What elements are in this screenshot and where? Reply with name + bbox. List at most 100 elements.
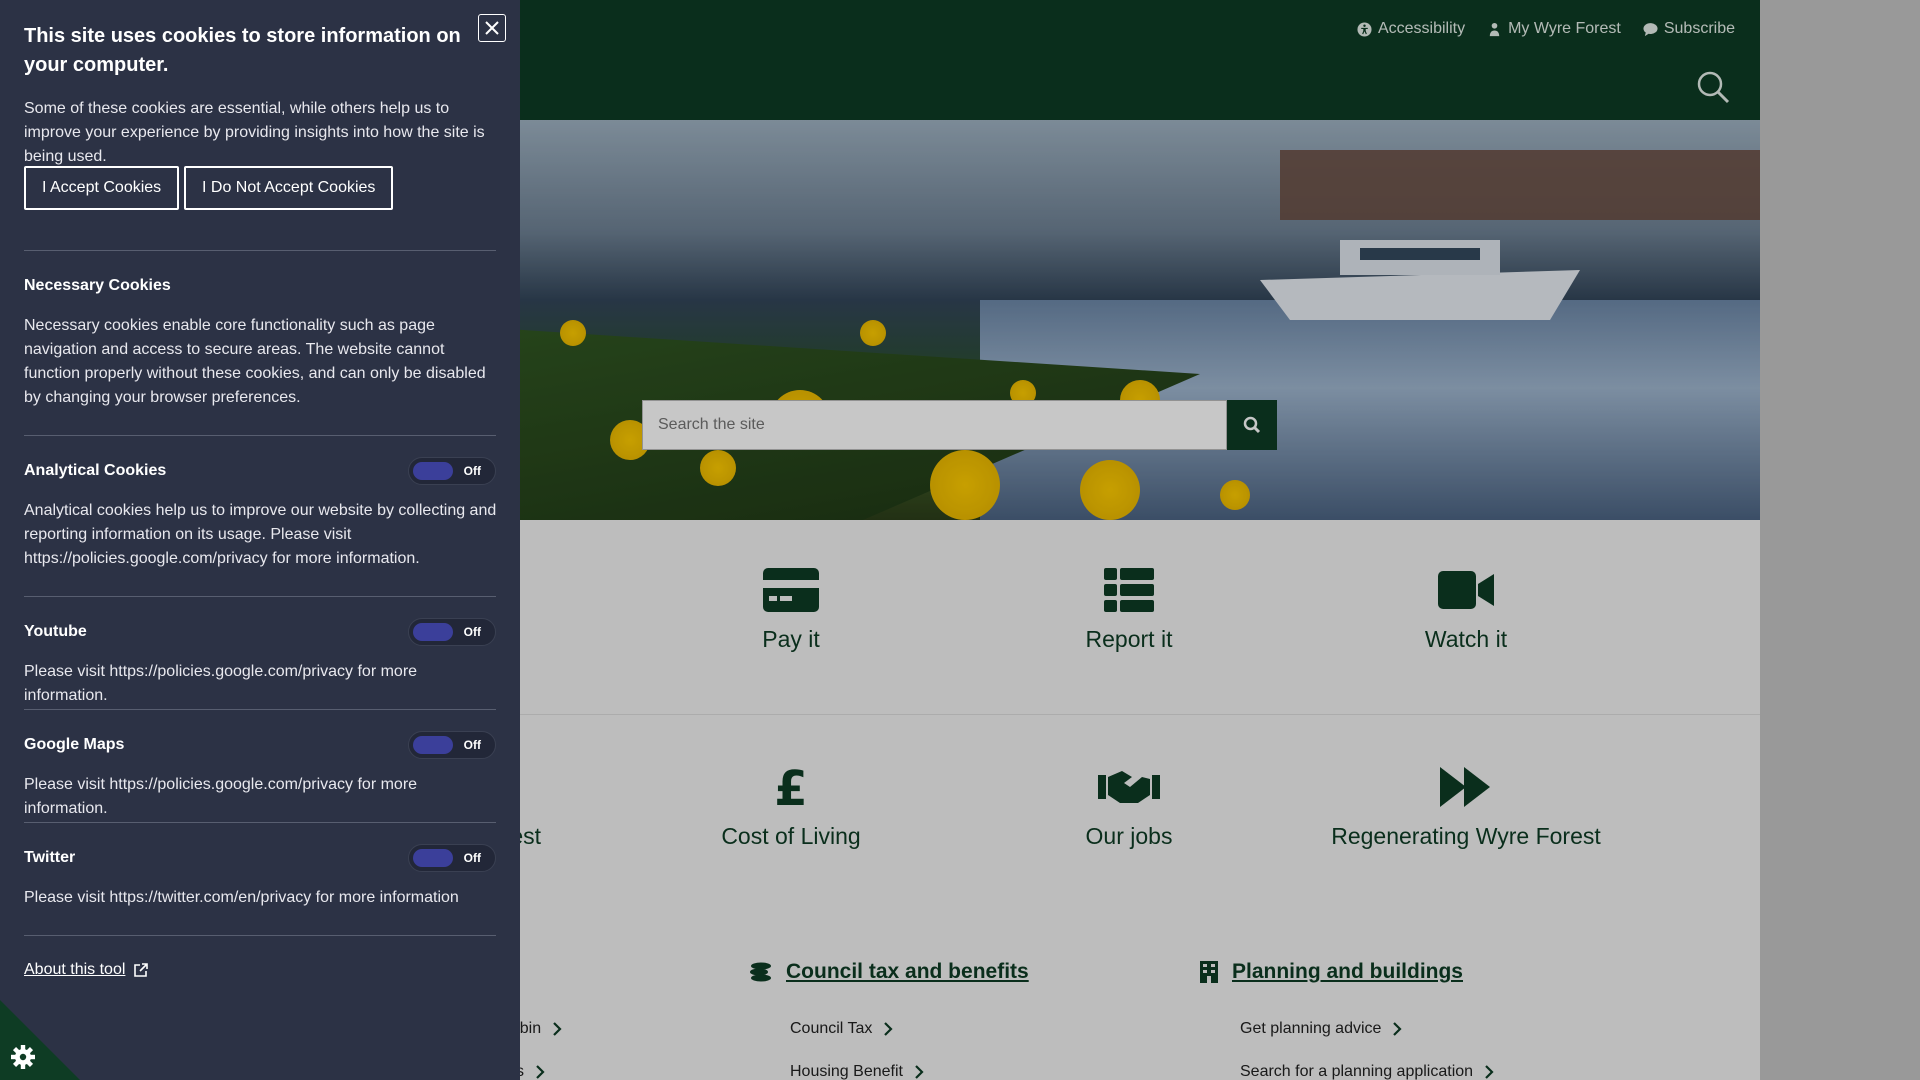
video-camera-icon xyxy=(1438,571,1494,609)
daffodil xyxy=(1220,480,1250,510)
site-search-button[interactable] xyxy=(1227,400,1277,450)
site-search-input[interactable] xyxy=(642,400,1227,450)
cookie-intro: Some of these cookies are essential, whi… xyxy=(24,100,485,165)
page-gutter xyxy=(1760,0,1920,1080)
youtube-cookies-title: Youtube xyxy=(24,623,87,640)
youtube-cookies-toggle[interactable]: Off xyxy=(408,618,496,646)
reject-cookies-button[interactable]: I Do Not Accept Cookies xyxy=(184,166,394,210)
council-tax-heading[interactable]: Council tax and benefits xyxy=(786,960,1029,984)
pay-it-tile[interactable]: Pay it xyxy=(641,562,941,653)
toggle-state: Off xyxy=(463,738,481,752)
accessibility-label: Accessibility xyxy=(1377,20,1466,37)
link-label: Search for a planning application xyxy=(1240,1063,1474,1080)
cookie-title: This site uses cookies to store informat… xyxy=(24,25,461,76)
daffodil xyxy=(930,450,1000,520)
credit-card-icon xyxy=(763,568,819,612)
toggle-knob xyxy=(413,462,453,480)
subscribe-link[interactable]: Subscribe xyxy=(1643,20,1735,38)
divider xyxy=(24,250,496,251)
hero-boat xyxy=(1260,240,1580,320)
about-this-tool-label: About this tool xyxy=(24,961,126,978)
cookie-panel: This site uses cookies to store informat… xyxy=(0,0,520,1080)
divider xyxy=(24,709,496,710)
list-icon xyxy=(1104,568,1154,612)
header-links: Accessibility My Wyre Forest Subscribe xyxy=(1357,20,1735,38)
link-label: Council Tax xyxy=(790,1020,873,1037)
section-council-tax: Council tax and benefits xyxy=(750,960,1029,984)
section-partial-link-2[interactable]: s xyxy=(516,1063,545,1080)
regenerating-label: Regenerating Wyre Forest xyxy=(1331,823,1601,849)
section-planning: Planning and buildings xyxy=(1200,960,1463,984)
toggle-state: Off xyxy=(463,464,481,478)
accessibility-icon xyxy=(1357,21,1372,37)
daffodil xyxy=(700,450,736,486)
google-maps-cookies-text: Please visit https://policies.google.com… xyxy=(24,776,418,817)
chevron-right-icon xyxy=(884,1022,893,1036)
chevron-right-icon xyxy=(1485,1065,1494,1079)
report-it-tile[interactable]: Report it xyxy=(979,562,1279,653)
our-jobs-label: Our jobs xyxy=(1085,823,1173,849)
about-this-tool-link[interactable]: About this tool xyxy=(24,961,149,979)
planning-advice-link[interactable]: Get planning advice xyxy=(1240,1020,1402,1038)
cookie-settings-tab[interactable] xyxy=(0,1000,80,1080)
toggle-knob xyxy=(413,849,453,867)
my-wyre-forest-label: My Wyre Forest xyxy=(1508,20,1621,37)
toggle-state: Off xyxy=(463,625,481,639)
watch-it-label: Watch it xyxy=(1424,626,1508,652)
analytical-cookies-text: Analytical cookies help us to improve ou… xyxy=(24,502,497,567)
analytical-cookies-toggle[interactable]: Off xyxy=(408,457,496,485)
magnifier-icon xyxy=(1243,416,1261,434)
twitter-cookies-toggle[interactable]: Off xyxy=(408,844,496,872)
council-tax-link[interactable]: Council Tax xyxy=(790,1020,893,1038)
svg-text:£: £ xyxy=(774,763,807,811)
toggle-knob xyxy=(413,623,453,641)
hero-search-bar xyxy=(642,400,1277,450)
pound-sign-icon: £ xyxy=(774,763,807,811)
gear-icon xyxy=(11,1045,35,1069)
divider xyxy=(24,935,496,936)
analytical-cookies-title: Analytical Cookies xyxy=(24,462,167,479)
close-button[interactable] xyxy=(478,14,506,42)
search-icon[interactable] xyxy=(1696,70,1730,104)
speech-bubble-icon xyxy=(1643,22,1658,36)
twitter-cookies-text: Please visit https://twitter.com/en/priv… xyxy=(24,889,459,906)
report-it-label: Report it xyxy=(1085,626,1173,652)
planning-heading[interactable]: Planning and buildings xyxy=(1232,960,1463,984)
divider xyxy=(24,596,496,597)
cost-of-living-tile[interactable]: £ Cost of Living xyxy=(641,759,941,850)
divider xyxy=(24,435,496,436)
external-link-icon xyxy=(134,963,149,977)
accessibility-link[interactable]: Accessibility xyxy=(1357,20,1465,38)
my-wyre-forest-link[interactable]: My Wyre Forest xyxy=(1487,20,1621,38)
chevron-right-icon xyxy=(1393,1022,1402,1036)
chevron-right-icon xyxy=(536,1065,545,1079)
close-icon xyxy=(485,21,499,35)
google-maps-cookies-title: Google Maps xyxy=(24,736,125,753)
our-jobs-tile[interactable]: Our jobs xyxy=(979,759,1279,850)
daffodil xyxy=(860,320,886,346)
google-maps-cookies-toggle[interactable]: Off xyxy=(408,731,496,759)
daffodil xyxy=(560,320,586,346)
chevron-right-icon xyxy=(915,1065,924,1079)
chevron-right-icon xyxy=(553,1022,562,1036)
planning-search-link[interactable]: Search for a planning application xyxy=(1240,1063,1494,1080)
pay-it-label: Pay it xyxy=(762,626,820,652)
fast-forward-icon xyxy=(1440,767,1490,807)
link-label: Housing Benefit xyxy=(790,1063,903,1080)
housing-benefit-link[interactable]: Housing Benefit xyxy=(790,1063,924,1080)
user-icon xyxy=(1489,22,1500,36)
twitter-cookies-title: Twitter xyxy=(24,849,76,866)
divider xyxy=(24,822,496,823)
daffodil xyxy=(1080,460,1140,520)
youtube-cookies-text: Please visit https://policies.google.com… xyxy=(24,663,418,704)
necessary-cookies-text: Necessary cookies enable core functional… xyxy=(24,317,486,406)
coins-icon xyxy=(750,962,771,982)
toggle-state: Off xyxy=(463,851,481,865)
building-icon xyxy=(1200,961,1218,983)
handshake-icon xyxy=(1098,771,1160,803)
subscribe-label: Subscribe xyxy=(1663,20,1735,37)
watch-it-tile[interactable]: Watch it xyxy=(1316,562,1616,653)
accept-cookies-button[interactable]: I Accept Cookies xyxy=(24,166,180,210)
regenerating-tile[interactable]: Regenerating Wyre Forest xyxy=(1266,759,1666,850)
toggle-knob xyxy=(413,736,453,754)
